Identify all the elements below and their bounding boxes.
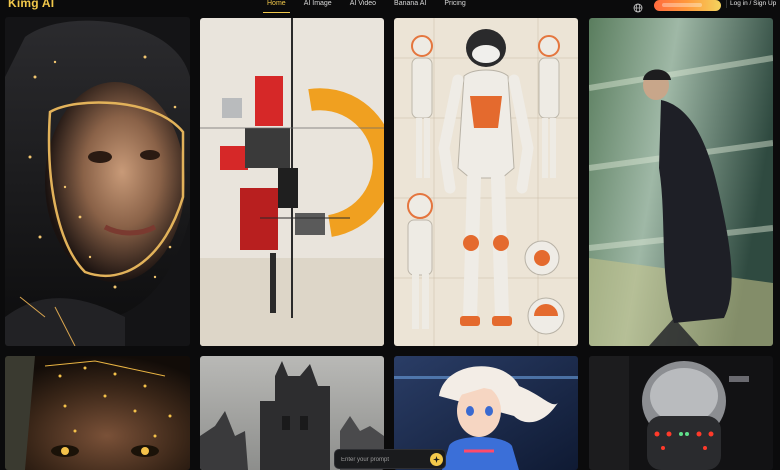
nav-item-ai-image[interactable]: AI Image <box>295 0 341 15</box>
main-nav: Home AI Image AI Video Banana AI Pricing <box>258 0 475 15</box>
gallery-grid <box>0 0 780 470</box>
gallery-image-glowing-face-closeup[interactable] <box>5 356 190 470</box>
promo-banner-button[interactable] <box>654 0 721 11</box>
login-signup-button[interactable]: Log in / Sign Up <box>726 0 779 8</box>
gallery-image-robot-suit-blueprint[interactable] <box>394 18 578 346</box>
nav-item-pricing[interactable]: Pricing <box>435 0 474 15</box>
gallery-image-cyber-helmet-woman[interactable] <box>5 17 190 346</box>
nav-item-home[interactable]: Home <box>258 0 295 15</box>
top-navigation-bar: Kimg AI Home AI Image AI Video Banana AI… <box>0 0 780 15</box>
nav-item-banana-ai[interactable]: Banana AI <box>385 0 435 15</box>
generate-button[interactable] <box>430 453 443 466</box>
gallery-image-motion-blur-man[interactable] <box>589 18 773 346</box>
globe-icon[interactable] <box>633 0 643 13</box>
nav-item-ai-video[interactable]: AI Video <box>341 0 385 15</box>
gallery-image-robot-head-lights[interactable] <box>589 356 773 470</box>
sparkle-icon <box>433 456 440 463</box>
prompt-input[interactable] <box>341 453 425 466</box>
brand-logo[interactable]: Kimg AI <box>8 0 54 10</box>
prompt-bar <box>334 449 446 469</box>
gallery-image-abstract-red-orange-art[interactable] <box>200 18 384 346</box>
